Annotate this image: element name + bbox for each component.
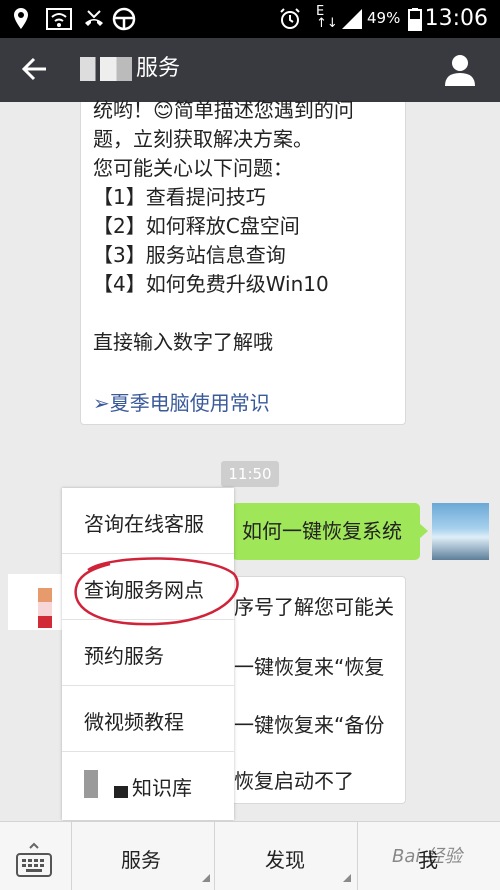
keyboard-toggle-icon[interactable] [16,842,52,878]
service-avatar[interactable] [8,574,64,630]
wifi-icon [46,7,72,38]
divider [214,822,215,890]
reply-line: 一键恢复来“备份 [234,713,385,737]
location-icon [12,7,30,38]
app-header: 服务 [0,38,500,102]
sent-message-text: 如何一键恢复系统 [242,519,402,543]
submenu-indicator-icon [343,874,351,882]
blurred-logo [84,770,128,798]
reply-line: 一键恢复来“恢复 [234,655,385,679]
watermark: Bai 经验 [392,846,463,867]
clock: 13:06 [424,6,488,31]
data-e-icon: E ↑↓ [316,4,338,31]
message-text: 统哟！😊简单描述您遇到的问 题，立刻获取解决方案。 您可能关心以下问题： 【1】… [93,98,354,354]
menu-item-label: 知识库 [132,776,192,800]
menu-item-online-support[interactable]: 咨询在线客服 [62,488,234,554]
battery-icon [408,7,422,38]
reply-line: 序号了解您可能关 [234,595,394,619]
menu-item-label: 咨询在线客服 [84,512,204,536]
menu-item-knowledge-base[interactable]: 知识库 [62,752,234,818]
tab-discover[interactable]: 发现 [265,844,305,873]
menu-item-book-service[interactable]: 预约服务 [62,620,234,686]
status-bar: E ↑↓ 49% 13:06 [0,0,500,38]
annotation-circle [74,557,239,626]
menu-item-label: 预约服务 [84,644,164,668]
user-avatar[interactable] [432,503,489,560]
signal-icon [340,7,364,38]
back-arrow-icon[interactable] [20,54,50,84]
battery-percent: 49% [367,9,401,27]
missed-call-icon [82,7,106,38]
tab-service[interactable]: 服务 [121,844,161,873]
menu-item-video-tutorials[interactable]: 微视频教程 [62,686,234,752]
sent-message-bubble: 如何一键恢复系统 [232,503,428,560]
profile-icon[interactable] [442,52,478,88]
reply-line: 恢复启动不了 [234,769,354,793]
divider [357,822,358,890]
received-message-bubble: 统哟！😊简单描述您遇到的问 题，立刻获取解决方案。 您可能关心以下问题： 【1】… [80,98,406,425]
page-title: 服务 [80,52,180,86]
steering-wheel-icon [112,7,136,38]
service-popup-menu: 咨询在线客服 查询服务网点 预约服务 微视频教程 知识库 [62,488,234,820]
page-title-text: 服务 [136,56,181,81]
menu-item-label: 微视频教程 [84,710,184,734]
article-link[interactable]: ➢夏季电脑使用常识 [93,387,270,416]
divider [71,822,72,890]
submenu-indicator-icon [202,874,210,882]
alarm-icon [278,7,302,38]
blurred-name [80,57,132,81]
message-timestamp: 11:50 [221,461,279,487]
